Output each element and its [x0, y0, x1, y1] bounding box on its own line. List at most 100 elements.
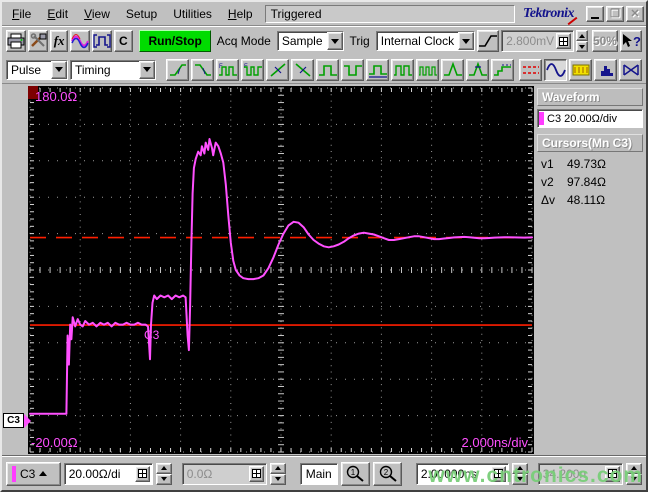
trig-level-spinner[interactable]: [576, 30, 588, 52]
amplitude-peak-button[interactable]: [466, 58, 489, 81]
trig-source-select[interactable]: Internal Clock: [375, 31, 476, 51]
spin-up-button[interactable]: [270, 462, 286, 474]
maximize-icon: ❐: [610, 8, 620, 20]
color-grade-button[interactable]: [569, 58, 592, 81]
arrow-down-icon: [161, 477, 168, 481]
channel-color-swatch: [12, 465, 16, 482]
keypad-button[interactable]: [135, 465, 151, 482]
eye-diagram-button[interactable]: [619, 58, 642, 81]
meas-category-select[interactable]: Timing: [70, 59, 156, 80]
waveform-display-button[interactable]: [544, 58, 567, 81]
svg-text:1: 1: [351, 468, 356, 477]
plot-svg[interactable]: 180.0Ω -20.00Ω 2.000ns/div C3: [28, 86, 534, 454]
spin-down-button[interactable]: [576, 41, 588, 52]
settling-button[interactable]: [491, 58, 514, 81]
spin-down-button[interactable]: [626, 473, 642, 485]
keypad-icon: [252, 469, 262, 478]
timebase-scale-field[interactable]: 2.00000ns: [415, 462, 510, 485]
pulse-train-button[interactable]: [416, 58, 439, 81]
close-icon: ✕: [630, 8, 640, 20]
positive-crossing-button[interactable]: [266, 58, 289, 81]
waveform-colors-button[interactable]: [70, 30, 91, 52]
spin-down-button[interactable]: [512, 473, 528, 485]
trig-label: Trig: [349, 34, 370, 48]
keypad-button[interactable]: [249, 465, 265, 482]
channel-select-button[interactable]: C3: [6, 461, 61, 486]
spin-up-button[interactable]: [512, 462, 528, 474]
menu-utilities[interactable]: Utilities: [165, 5, 220, 23]
menu-setup[interactable]: Setup: [118, 5, 165, 23]
menu-view[interactable]: View: [76, 5, 118, 23]
vertical-offset-field[interactable]: 0.0Ω: [181, 462, 268, 485]
tools-button[interactable]: [28, 30, 48, 52]
spin-up-button[interactable]: [576, 30, 588, 41]
trig-level-field[interactable]: 2.800mV: [501, 30, 575, 52]
positive-pulse-button[interactable]: [316, 58, 339, 81]
spin-up-button[interactable]: [626, 462, 642, 474]
negative-crossing-icon: [294, 62, 311, 77]
spin-down-button[interactable]: [156, 473, 172, 485]
right-panel: Waveform C3 20.00Ω/div Cursors(Mn C3) v1…: [534, 84, 646, 456]
pulse-dropdown-button[interactable]: [51, 60, 67, 79]
plot-bottom-label: -20.00Ω: [31, 435, 78, 450]
minimize-button[interactable]: [586, 5, 604, 22]
rise-time-button[interactable]: [166, 58, 189, 81]
timing-dropdown-button[interactable]: [139, 60, 155, 79]
spin-down-button[interactable]: [270, 473, 286, 485]
negative-crossing-button[interactable]: [291, 58, 314, 81]
fall-time-button[interactable]: [191, 58, 214, 81]
negative-width-button[interactable]: F: [241, 58, 264, 81]
horizontal-position-spinner[interactable]: [626, 462, 642, 485]
trig-slope-button[interactable]: [477, 30, 500, 52]
left-gutter: C3: [2, 84, 31, 456]
vertical-scale-spinner[interactable]: [156, 462, 172, 485]
run-stop-button[interactable]: Run/Stop: [139, 30, 211, 52]
menu-edit[interactable]: Edit: [39, 5, 76, 23]
horizontal-position-field[interactable]: 34.200n: [537, 462, 624, 485]
channel-marker-c3[interactable]: C3: [3, 413, 31, 428]
double-pulse-button[interactable]: [391, 58, 414, 81]
keypad-button[interactable]: [491, 465, 507, 482]
arrow-down-icon: [517, 477, 524, 481]
clear-button[interactable]: C: [114, 30, 133, 52]
menu-bar: File Edit View Setup Utilities Help Trig…: [2, 2, 646, 26]
signal-type-select[interactable]: Pulse: [6, 59, 68, 80]
math-button[interactable]: fx: [50, 30, 69, 52]
chevron-down-icon: [143, 67, 151, 72]
keypad-button[interactable]: [605, 465, 621, 482]
print-button[interactable]: [6, 30, 26, 52]
negative-pulse-button[interactable]: [341, 58, 364, 81]
waveform-entry[interactable]: C3 20.00Ω/div: [537, 109, 643, 128]
trigger-status: Triggered: [264, 4, 515, 23]
positive-overshoot-button[interactable]: [441, 58, 464, 81]
maximize-button[interactable]: ❐: [606, 5, 624, 22]
keypad-icon: [138, 469, 148, 478]
vertical-offset-spinner[interactable]: [270, 462, 286, 485]
menu-help[interactable]: Help: [220, 5, 261, 23]
acq-mode-select[interactable]: Sample: [276, 31, 344, 51]
timebase-view-button[interactable]: Main: [299, 462, 338, 485]
menu-file[interactable]: File: [4, 5, 39, 23]
timebase-spinner[interactable]: [512, 462, 528, 485]
settling-icon: [493, 64, 511, 76]
magnifier-1-button[interactable]: 1: [340, 461, 370, 486]
vertical-scale-field[interactable]: 20.00Ω/di: [63, 462, 154, 485]
acq-mode-dropdown-button[interactable]: [326, 32, 343, 50]
positive-crossing-icon: [269, 62, 286, 77]
magnifier-2-button[interactable]: 2: [372, 461, 403, 486]
color-wave-icon: [71, 34, 90, 49]
spin-up-button[interactable]: [156, 462, 172, 474]
close-button[interactable]: ✕: [626, 5, 644, 22]
cursor-readout-v1: v1 49.73Ω: [541, 157, 606, 171]
pulse-edit-button[interactable]: [92, 30, 113, 52]
fall-time-icon: [194, 63, 211, 76]
trig-dropdown-button[interactable]: [458, 32, 475, 50]
context-help-button[interactable]: ?: [619, 30, 642, 52]
peak-icon: [443, 61, 462, 76]
histogram-button[interactable]: [594, 58, 617, 81]
keypad-button[interactable]: [556, 33, 572, 49]
positive-width-button[interactable]: F: [216, 58, 239, 81]
set-50-percent-button[interactable]: 50%: [591, 30, 618, 52]
pulse-base-button[interactable]: [366, 58, 389, 81]
cursors-button[interactable]: [519, 58, 542, 81]
